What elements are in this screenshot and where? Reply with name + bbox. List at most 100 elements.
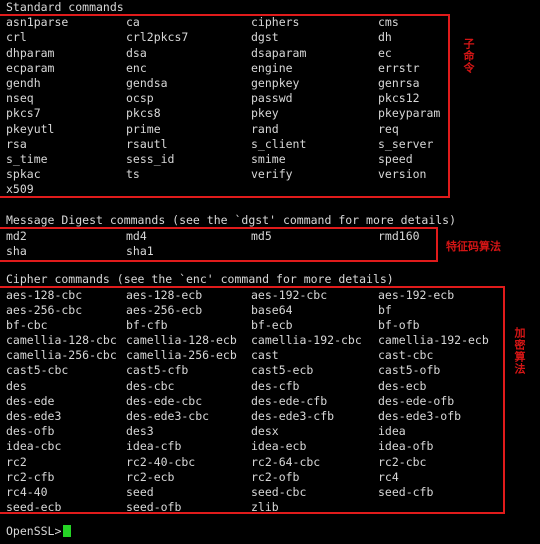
openssl-prompt-line[interactable]: OpenSSL> xyxy=(6,524,72,539)
command-bf-cbc[interactable]: bf-cbc xyxy=(6,318,48,333)
command-aes-192-cbc[interactable]: aes-192-cbc xyxy=(251,288,327,303)
command-cast5-ofb[interactable]: cast5-ofb xyxy=(378,363,440,378)
command-rand[interactable]: rand xyxy=(251,122,279,137)
command-dsaparam[interactable]: dsaparam xyxy=(251,46,306,61)
command-smime[interactable]: smime xyxy=(251,152,286,167)
command-rc2-ecb[interactable]: rc2-ecb xyxy=(126,470,174,485)
command-seed[interactable]: seed xyxy=(126,485,154,500)
command-pkey[interactable]: pkey xyxy=(251,106,279,121)
command-bf-ecb[interactable]: bf-ecb xyxy=(251,318,293,333)
command-ciphers[interactable]: ciphers xyxy=(251,15,299,30)
command-des3[interactable]: des3 xyxy=(126,424,154,439)
command-md4[interactable]: md4 xyxy=(126,229,147,244)
command-des[interactable]: des xyxy=(6,379,27,394)
command-des-ede-ofb[interactable]: des-ede-ofb xyxy=(378,394,454,409)
command-genpkey[interactable]: genpkey xyxy=(251,76,299,91)
command-dsa[interactable]: dsa xyxy=(126,46,147,61)
command-seed-ecb[interactable]: seed-ecb xyxy=(6,500,61,515)
command-errstr[interactable]: errstr xyxy=(378,61,420,76)
command-rc4[interactable]: rc4 xyxy=(378,470,399,485)
command-des-ede-cfb[interactable]: des-ede-cfb xyxy=(251,394,327,409)
command-aes-128-ecb[interactable]: aes-128-ecb xyxy=(126,288,202,303)
command-idea-cfb[interactable]: idea-cfb xyxy=(126,439,181,454)
command-rc2-40-cbc[interactable]: rc2-40-cbc xyxy=(126,455,195,470)
command-pkcs7[interactable]: pkcs7 xyxy=(6,106,41,121)
command-gendh[interactable]: gendh xyxy=(6,76,41,91)
command-enc[interactable]: enc xyxy=(126,61,147,76)
command-seed-cbc[interactable]: seed-cbc xyxy=(251,485,306,500)
command-ecparam[interactable]: ecparam xyxy=(6,61,54,76)
command-passwd[interactable]: passwd xyxy=(251,91,293,106)
command-rc2-cbc[interactable]: rc2-cbc xyxy=(378,455,426,470)
openssl-terminal[interactable]: Standard commands asn1parse ca ciphers cms c… xyxy=(0,0,540,544)
command-aes-128-cbc[interactable]: aes-128-cbc xyxy=(6,288,82,303)
command-aes-256-cbc[interactable]: aes-256-cbc xyxy=(6,303,82,318)
command-ec[interactable]: ec xyxy=(378,46,392,61)
command-sha1[interactable]: sha1 xyxy=(126,244,154,259)
command-md2[interactable]: md2 xyxy=(6,229,27,244)
command-cast[interactable]: cast xyxy=(251,348,279,363)
command-prime[interactable]: prime xyxy=(126,122,161,137)
command-x509[interactable]: x509 xyxy=(6,182,34,197)
command-cast-cbc[interactable]: cast-cbc xyxy=(378,348,433,363)
command-camellia-256-cbc[interactable]: camellia-256-cbc xyxy=(6,348,117,363)
command-camellia-128-ecb[interactable]: camellia-128-ecb xyxy=(126,333,237,348)
command-base64[interactable]: base64 xyxy=(251,303,293,318)
command-crl2pkcs7[interactable]: crl2pkcs7 xyxy=(126,30,188,45)
command-rc2-cfb[interactable]: rc2-cfb xyxy=(6,470,54,485)
command-des-ecb[interactable]: des-ecb xyxy=(378,379,426,394)
command-cast5-cbc[interactable]: cast5-cbc xyxy=(6,363,68,378)
command-s_server[interactable]: s_server xyxy=(378,137,433,152)
command-ocsp[interactable]: ocsp xyxy=(126,91,154,106)
command-engine[interactable]: engine xyxy=(251,61,293,76)
command-camellia-128-cbc[interactable]: camellia-128-cbc xyxy=(6,333,117,348)
command-seed-ofb[interactable]: seed-ofb xyxy=(126,500,181,515)
command-des-ede[interactable]: des-ede xyxy=(6,394,54,409)
command-rsautl[interactable]: rsautl xyxy=(126,137,168,152)
command-s_time[interactable]: s_time xyxy=(6,152,48,167)
command-pkeyutl[interactable]: pkeyutl xyxy=(6,122,54,137)
command-pkeyparam[interactable]: pkeyparam xyxy=(378,106,440,121)
command-ts[interactable]: ts xyxy=(126,167,140,182)
command-idea-cbc[interactable]: idea-cbc xyxy=(6,439,61,454)
command-spkac[interactable]: spkac xyxy=(6,167,41,182)
command-desx[interactable]: desx xyxy=(251,424,279,439)
command-des-cfb[interactable]: des-cfb xyxy=(251,379,299,394)
command-idea-ecb[interactable]: idea-ecb xyxy=(251,439,306,454)
command-rsa[interactable]: rsa xyxy=(6,137,27,152)
command-rc2[interactable]: rc2 xyxy=(6,455,27,470)
command-cast5-cfb[interactable]: cast5-cfb xyxy=(126,363,188,378)
command-asn1parse[interactable]: asn1parse xyxy=(6,15,68,30)
command-nseq[interactable]: nseq xyxy=(6,91,34,106)
command-idea[interactable]: idea xyxy=(378,424,406,439)
command-aes-192-ecb[interactable]: aes-192-ecb xyxy=(378,288,454,303)
command-des-cbc[interactable]: des-cbc xyxy=(126,379,174,394)
command-pkcs8[interactable]: pkcs8 xyxy=(126,106,161,121)
command-des-ede-cbc[interactable]: des-ede-cbc xyxy=(126,394,202,409)
command-sha[interactable]: sha xyxy=(6,244,27,259)
command-req[interactable]: req xyxy=(378,122,399,137)
command-ca[interactable]: ca xyxy=(126,15,140,30)
command-dh[interactable]: dh xyxy=(378,30,392,45)
command-cms[interactable]: cms xyxy=(378,15,399,30)
command-speed[interactable]: speed xyxy=(378,152,413,167)
command-aes-256-ecb[interactable]: aes-256-ecb xyxy=(126,303,202,318)
command-bf-cfb[interactable]: bf-cfb xyxy=(126,318,168,333)
command-des-ede3[interactable]: des-ede3 xyxy=(6,409,61,424)
command-rmd160[interactable]: rmd160 xyxy=(378,229,420,244)
command-des-ede3-cfb[interactable]: des-ede3-cfb xyxy=(251,409,334,424)
command-s_client[interactable]: s_client xyxy=(251,137,306,152)
command-camellia-256-ecb[interactable]: camellia-256-ecb xyxy=(126,348,237,363)
command-idea-ofb[interactable]: idea-ofb xyxy=(378,439,433,454)
command-gendsa[interactable]: gendsa xyxy=(126,76,168,91)
command-seed-cfb[interactable]: seed-cfb xyxy=(378,485,433,500)
command-camellia-192-cbc[interactable]: camellia-192-cbc xyxy=(251,333,362,348)
command-des-ede3-cbc[interactable]: des-ede3-cbc xyxy=(126,409,209,424)
command-des-ofb[interactable]: des-ofb xyxy=(6,424,54,439)
command-des-ede3-ofb[interactable]: des-ede3-ofb xyxy=(378,409,461,424)
command-rc4-40[interactable]: rc4-40 xyxy=(6,485,48,500)
command-md5[interactable]: md5 xyxy=(251,229,272,244)
command-zlib[interactable]: zlib xyxy=(251,500,279,515)
command-rc2-64-cbc[interactable]: rc2-64-cbc xyxy=(251,455,320,470)
command-cast5-ecb[interactable]: cast5-ecb xyxy=(251,363,313,378)
